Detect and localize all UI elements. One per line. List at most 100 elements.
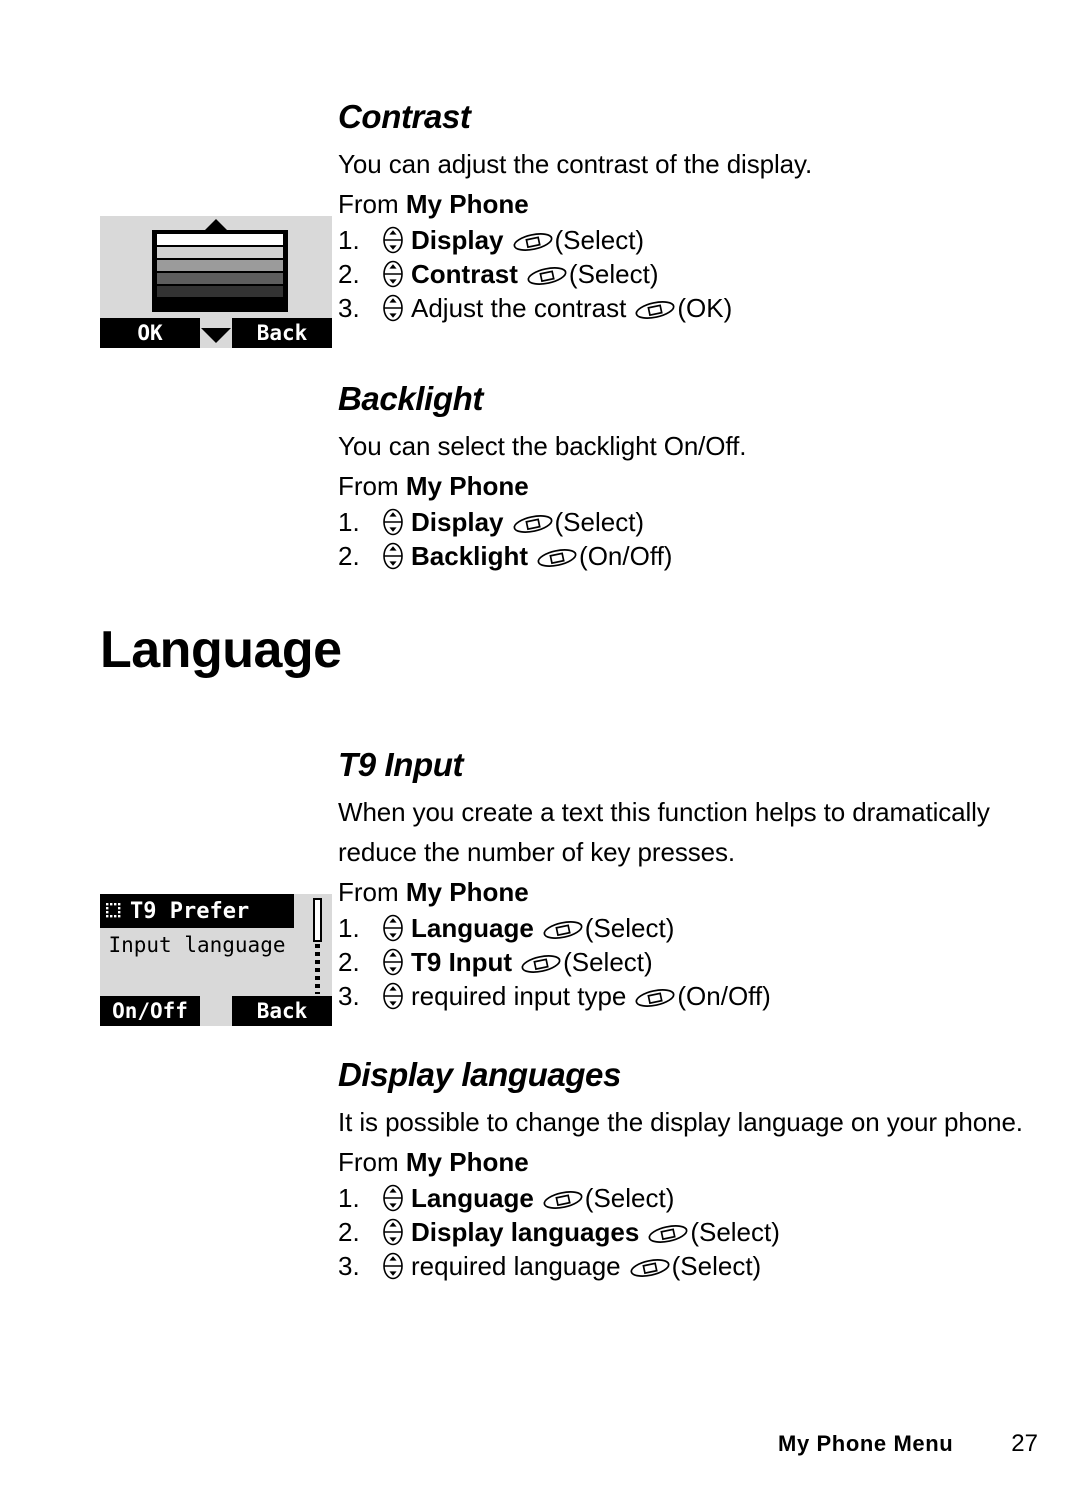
from-target: My Phone — [405, 188, 529, 219]
from-line: From My Phone — [338, 187, 1044, 221]
step-item: 1. Display (Select) — [338, 223, 1044, 257]
step-number: 1. — [338, 1182, 360, 1213]
section-body-line: You can adjust the contrast of the displ… — [338, 148, 813, 179]
step-list: 1. Language (Select) 2. T9 Input (Select… — [338, 911, 1044, 1013]
contrast-bar — [156, 273, 284, 284]
step-suffix: (On/Off) — [677, 980, 771, 1011]
from-target: My Phone — [405, 876, 529, 907]
step-label: Display — [411, 506, 504, 537]
section-display-languages: Display languages It is possible to chan… — [338, 1056, 1044, 1283]
step-number: 1. — [338, 224, 360, 255]
navigation-key-icon — [382, 1252, 404, 1280]
step-suffix: (Select) — [554, 224, 645, 255]
navigation-key-icon — [382, 914, 404, 942]
navigation-key-icon — [382, 294, 404, 322]
step-item: 2. T9 Input (Select) — [338, 945, 1044, 979]
from-target: My Phone — [405, 470, 529, 501]
soft-key-icon — [634, 986, 676, 1010]
step-suffix: (Select) — [690, 1216, 780, 1247]
page-number: 27 — [1011, 1430, 1038, 1457]
section-body-line: When you create a text this function hel… — [338, 796, 990, 827]
dotted-square-icon — [106, 902, 124, 920]
navigation-key-icon — [382, 1184, 404, 1212]
softkey-left: On/Off — [100, 996, 200, 1026]
section-title: Display languages — [338, 1056, 621, 1093]
contrast-screen-illustration: OK Back — [100, 216, 332, 348]
scrollbar-track — [315, 944, 320, 994]
step-suffix: (On/Off) — [579, 540, 673, 571]
step-label: T9 Input — [411, 946, 513, 977]
step-number: 1. — [338, 506, 360, 537]
softkey-left: OK — [100, 318, 200, 348]
step-suffix: (Select) — [563, 946, 653, 977]
soft-key-icon — [634, 298, 676, 322]
contrast-bar — [156, 260, 284, 271]
step-number: 3. — [338, 1250, 360, 1281]
manual-page: Contrast You can adjust the contrast of … — [0, 0, 1080, 1500]
soft-key-icon — [542, 1188, 584, 1212]
step-item: 1. Language (Select) — [338, 911, 1044, 945]
footer-label: My Phone Menu — [778, 1431, 954, 1456]
contrast-bar — [156, 286, 284, 297]
navigation-key-icon — [382, 260, 404, 288]
soft-key-icon — [647, 1222, 689, 1246]
screen-list-item: Input language — [108, 933, 286, 957]
soft-key-icon — [536, 546, 578, 570]
step-item: 2. Backlight (On/Off) — [338, 539, 1044, 573]
contrast-bar — [156, 247, 284, 258]
step-item: 3. required language (Select) — [338, 1249, 1044, 1283]
section-title: Backlight — [338, 380, 483, 417]
navigation-key-icon — [382, 982, 404, 1010]
step-number: 2. — [338, 540, 360, 571]
contrast-bar — [156, 234, 284, 245]
from-prefix: From — [338, 188, 406, 219]
step-label: Language — [411, 912, 534, 943]
softkey-right: Back — [232, 996, 332, 1026]
section-title: Contrast — [338, 98, 471, 135]
from-line: From My Phone — [338, 875, 1044, 909]
navigation-key-icon — [382, 226, 404, 254]
section-title: T9 Input — [338, 746, 464, 783]
soft-key-icon — [520, 952, 562, 976]
contrast-gradient-block — [152, 230, 288, 312]
step-number: 1. — [338, 912, 360, 943]
scrollbar-thumb — [313, 898, 322, 942]
section-backlight: Backlight You can select the backlight O… — [338, 380, 1044, 573]
step-item: 3. required input type (On/Off) — [338, 979, 1044, 1013]
screen-scrollbar — [313, 898, 322, 994]
step-suffix: (Select) — [584, 912, 675, 943]
navigation-key-icon — [382, 508, 404, 536]
navigation-key-icon — [382, 542, 404, 570]
from-prefix: From — [338, 1146, 406, 1177]
step-list: 1. Display (Select) 2. Backlight (On/Off… — [338, 505, 1044, 573]
section-body-line: It is possible to change the display lan… — [338, 1106, 1023, 1137]
soft-key-icon — [542, 918, 584, 942]
section-contrast: Contrast You can adjust the contrast of … — [338, 98, 1044, 325]
step-item: 2. Contrast (Select) — [338, 257, 1044, 291]
step-item: 1. Display (Select) — [338, 505, 1044, 539]
navigation-key-icon — [382, 1218, 404, 1246]
step-label: Contrast — [411, 258, 518, 289]
t9-prefer-screen-illustration: T9 Prefer Input language On/Off Back — [100, 894, 332, 1026]
navigation-key-icon — [382, 948, 404, 976]
step-label: Adjust the contrast — [411, 292, 627, 323]
screen-title-text: T9 Prefer — [130, 898, 250, 924]
step-label: Display languages — [411, 1216, 640, 1247]
step-item: 3. Adjust the contrast (OK) — [338, 291, 1044, 325]
step-item: 1. Language (Select) — [338, 1181, 1044, 1215]
from-prefix: From — [338, 876, 406, 907]
page-title: Language — [100, 621, 342, 679]
from-line: From My Phone — [338, 469, 1044, 503]
step-label: required language — [411, 1250, 621, 1281]
soft-key-icon — [512, 512, 554, 536]
step-label: required input type — [411, 980, 627, 1011]
soft-key-icon — [629, 1256, 671, 1280]
section-body-line: reduce the number of key presses. — [338, 836, 736, 867]
step-item: 2. Display languages (Select) — [338, 1215, 1044, 1249]
step-number: 2. — [338, 946, 360, 977]
step-label: Backlight — [411, 540, 529, 571]
step-number: 2. — [338, 1216, 360, 1247]
from-target: My Phone — [405, 1146, 529, 1177]
soft-key-icon — [526, 264, 568, 288]
step-number: 3. — [338, 980, 360, 1011]
